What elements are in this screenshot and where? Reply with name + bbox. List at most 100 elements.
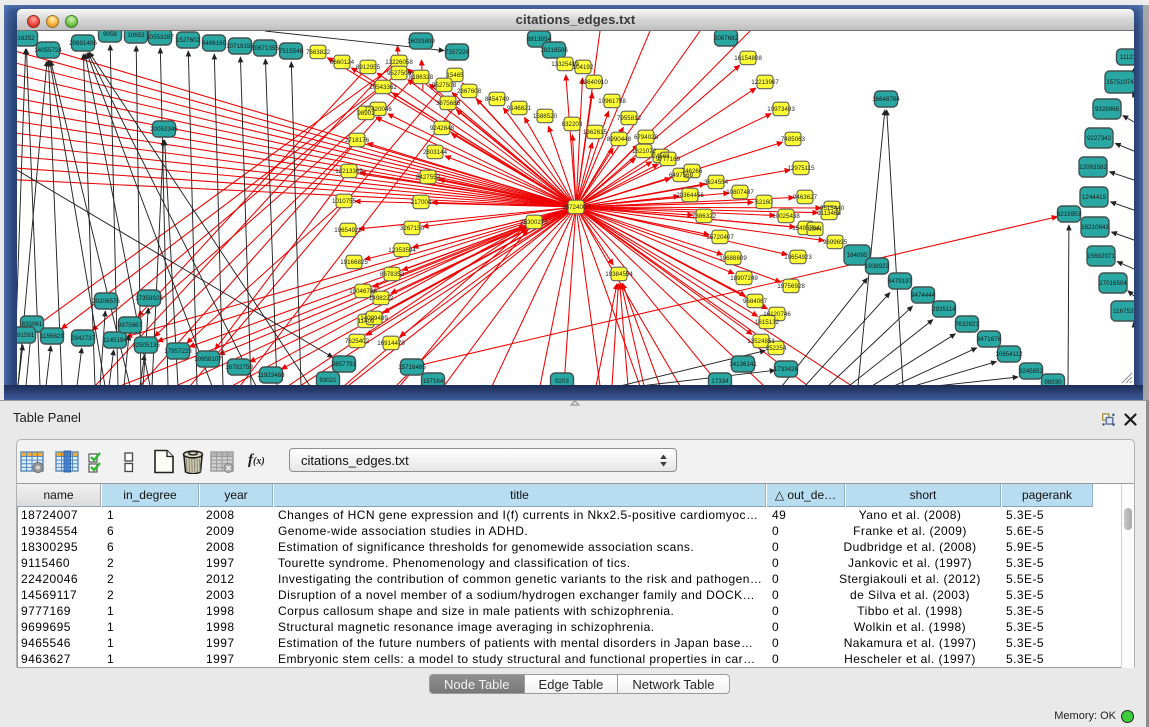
svg-text:7515546: 7515546 bbox=[279, 48, 304, 55]
svg-text:10046786: 10046786 bbox=[349, 288, 377, 295]
svg-text:25300275: 25300275 bbox=[520, 219, 548, 226]
svg-text:18724007: 18724007 bbox=[562, 204, 590, 211]
svg-text:16154808: 16154808 bbox=[734, 55, 762, 62]
svg-text:7357224: 7357224 bbox=[445, 49, 470, 56]
svg-text:10719155: 10719155 bbox=[226, 43, 254, 50]
svg-text:9527508: 9527508 bbox=[432, 82, 457, 89]
svg-text:9844: 9844 bbox=[808, 226, 822, 233]
svg-text:20691406: 20691406 bbox=[69, 40, 97, 47]
svg-text:1938923: 1938923 bbox=[865, 263, 890, 270]
svg-text:9203: 9203 bbox=[555, 378, 569, 385]
svg-text:8186328: 8186328 bbox=[409, 74, 434, 81]
svg-text:13226058: 13226058 bbox=[385, 59, 413, 66]
svg-text:12213967: 12213967 bbox=[751, 79, 779, 86]
svg-text:391591: 391591 bbox=[17, 332, 35, 339]
svg-text:9684067: 9684067 bbox=[743, 298, 768, 305]
svg-text:19654923: 19654923 bbox=[334, 227, 362, 234]
svg-text:1615132: 1615132 bbox=[755, 319, 780, 326]
svg-text:12975115: 12975115 bbox=[787, 165, 815, 172]
svg-text:10553287: 10553287 bbox=[146, 34, 174, 41]
svg-text:8660124: 8660124 bbox=[330, 59, 355, 66]
svg-text:15465: 15465 bbox=[446, 72, 464, 79]
svg-text:15716485: 15716485 bbox=[398, 364, 426, 371]
svg-text:746266: 746266 bbox=[682, 168, 703, 175]
svg-text:1362615: 1362615 bbox=[583, 129, 608, 136]
svg-text:6479197: 6479197 bbox=[888, 278, 913, 285]
svg-text:9058: 9058 bbox=[103, 31, 117, 38]
svg-text:17016504: 17016504 bbox=[1099, 280, 1127, 287]
svg-text:17359928: 17359928 bbox=[135, 295, 163, 302]
svg-text:19218506: 19218506 bbox=[540, 47, 568, 54]
svg-text:9242848: 9242848 bbox=[430, 125, 455, 132]
svg-text:11923468: 11923468 bbox=[257, 372, 285, 379]
svg-text:13524851: 13524851 bbox=[747, 338, 775, 345]
svg-text:6466160: 6466160 bbox=[202, 40, 227, 47]
svg-text:2867608: 2867608 bbox=[457, 88, 482, 95]
svg-text:8990448: 8990448 bbox=[607, 136, 632, 143]
svg-text:6794028: 6794028 bbox=[634, 134, 659, 141]
svg-text:93021: 93021 bbox=[319, 377, 337, 384]
svg-text:1498222: 1498222 bbox=[369, 295, 394, 302]
svg-text:3624554: 3624554 bbox=[704, 179, 729, 186]
svg-text:11123: 11123 bbox=[1120, 54, 1134, 61]
svg-text:8427552: 8427552 bbox=[416, 174, 441, 181]
svg-text:16648784: 16648784 bbox=[872, 96, 900, 103]
svg-text:17957223: 17957223 bbox=[164, 348, 192, 355]
svg-text:9857791: 9857791 bbox=[332, 361, 357, 368]
svg-text:17334: 17334 bbox=[711, 378, 729, 385]
svg-text:12353594: 12353594 bbox=[388, 247, 416, 254]
svg-text:9329966: 9329966 bbox=[1095, 106, 1120, 113]
svg-text:8215953: 8215953 bbox=[1057, 211, 1082, 218]
svg-text:252254: 252254 bbox=[766, 345, 787, 352]
svg-text:1010755: 1010755 bbox=[332, 198, 357, 205]
svg-text:7386322: 7386322 bbox=[692, 213, 717, 220]
svg-text:9113468: 9113468 bbox=[817, 210, 841, 217]
svg-text:1588520: 1588520 bbox=[533, 113, 558, 120]
svg-text:9777169: 9777169 bbox=[656, 156, 681, 163]
svg-text:9146821: 9146821 bbox=[507, 105, 532, 112]
svg-text:2087682: 2087682 bbox=[714, 35, 739, 42]
svg-text:16352: 16352 bbox=[17, 35, 35, 42]
svg-text:20206576: 20206576 bbox=[92, 298, 120, 305]
svg-text:2935114: 2935114 bbox=[932, 306, 956, 313]
svg-text:9527506: 9527506 bbox=[387, 70, 412, 77]
svg-text:20053346: 20053346 bbox=[150, 126, 178, 133]
svg-text:10654112: 10654112 bbox=[995, 351, 1023, 358]
svg-text:8454749: 8454749 bbox=[485, 96, 510, 103]
svg-text:9474444: 9474444 bbox=[911, 292, 936, 299]
svg-text:19756928: 19756928 bbox=[777, 283, 805, 290]
svg-text:10958107: 10958107 bbox=[194, 356, 222, 363]
svg-text:7955812: 7955812 bbox=[617, 115, 642, 122]
svg-text:19384554: 19384554 bbox=[605, 271, 633, 278]
svg-text:20364456: 20364456 bbox=[676, 192, 704, 199]
svg-text:835061: 835061 bbox=[22, 321, 43, 328]
svg-text:832203: 832203 bbox=[562, 121, 583, 128]
svg-text:13640910: 13640910 bbox=[580, 79, 608, 86]
svg-text:7485063: 7485063 bbox=[781, 136, 806, 143]
svg-text:10653: 10653 bbox=[127, 32, 145, 39]
svg-text:1244415: 1244415 bbox=[1082, 194, 1107, 201]
svg-text:10025438: 10025438 bbox=[772, 213, 800, 220]
svg-text:10807487: 10807487 bbox=[726, 189, 754, 196]
svg-text:98901: 98901 bbox=[357, 110, 375, 117]
svg-text:1733426: 1733426 bbox=[774, 366, 799, 373]
svg-text:7625402: 7625402 bbox=[345, 338, 370, 345]
svg-text:12213369: 12213369 bbox=[335, 168, 363, 175]
svg-text:3267150: 3267150 bbox=[400, 225, 425, 232]
svg-text:1156829: 1156829 bbox=[40, 333, 64, 340]
svg-text:18907249: 18907249 bbox=[730, 275, 758, 282]
svg-text:9245652: 9245652 bbox=[1019, 368, 1044, 375]
svg-text:12505135: 12505135 bbox=[132, 342, 160, 349]
svg-text:16210643: 16210643 bbox=[1081, 224, 1109, 231]
svg-text:16782759: 16782759 bbox=[225, 364, 253, 371]
svg-text:16914479: 16914479 bbox=[377, 340, 405, 347]
svg-text:14099489: 14099489 bbox=[360, 315, 388, 322]
svg-text:8912955: 8912955 bbox=[356, 64, 381, 71]
svg-text:2942737: 2942737 bbox=[71, 335, 96, 342]
svg-text:217004: 217004 bbox=[411, 199, 432, 206]
svg-text:2803144: 2803144 bbox=[423, 149, 448, 156]
svg-text:14055724: 14055724 bbox=[34, 47, 62, 54]
svg-text:15720407: 15720407 bbox=[706, 234, 734, 241]
svg-text:9699695: 9699695 bbox=[823, 239, 848, 246]
svg-text:1145194: 1145194 bbox=[103, 337, 127, 344]
